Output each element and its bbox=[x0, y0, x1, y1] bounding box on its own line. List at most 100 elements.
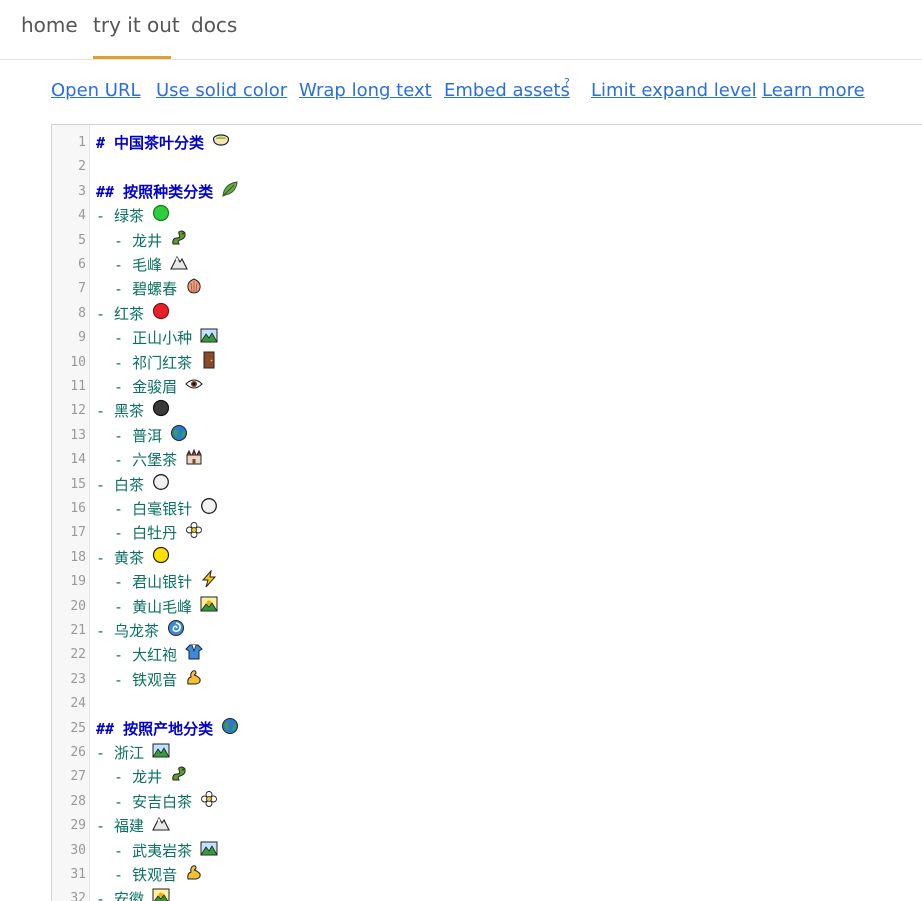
editor-line[interactable]: 31 - 铁观音 bbox=[52, 863, 922, 887]
editor-line[interactable]: 25 ## 按照产地分类 bbox=[52, 717, 922, 741]
embed-assets-link[interactable]: Embed assets bbox=[444, 78, 570, 104]
list-item-text: - 大红袍 bbox=[96, 643, 203, 668]
list-item-text: - 六堡茶 bbox=[96, 448, 203, 473]
muscle-icon bbox=[185, 863, 203, 888]
line-text: - 武夷岩茶 bbox=[96, 841, 193, 860]
editor-line[interactable]: 6 - 毛峰 bbox=[52, 253, 922, 277]
list-item-text: - 铁观音 bbox=[96, 668, 203, 693]
list-item-text: - 龙井 bbox=[96, 765, 188, 790]
line-text: - 君山银针 bbox=[96, 573, 193, 592]
editor-line[interactable]: 3 ## 按照种类分类 bbox=[52, 180, 922, 204]
editor-line[interactable]: 10 - 祁门红茶 bbox=[52, 351, 922, 375]
line-number: 1 bbox=[78, 135, 86, 150]
editor-line[interactable]: 28 - 安吉白茶 bbox=[52, 790, 922, 814]
line-text: - 白毫银针 bbox=[96, 500, 193, 518]
line-text: - 黄山毛峰 bbox=[96, 597, 193, 616]
editor-line[interactable]: 26 - 浙江 bbox=[52, 741, 922, 765]
editor-line[interactable]: 5 - 龙井 bbox=[52, 229, 922, 253]
line-number: 27 bbox=[70, 769, 86, 785]
line-text: - 黄茶 bbox=[96, 548, 145, 567]
list-item-text: - 红茶 bbox=[96, 302, 170, 327]
embed-assets-help[interactable]: ? bbox=[564, 76, 570, 89]
editor-line[interactable]: 32 - 安徽 bbox=[52, 887, 922, 901]
list-item-text: - 毛峰 bbox=[96, 253, 189, 278]
line-number: 11 bbox=[70, 379, 86, 394]
line-text: - 金骏眉 bbox=[96, 378, 178, 396]
line-number: 9 bbox=[78, 330, 86, 346]
editor-line[interactable]: 13 - 普洱 bbox=[52, 424, 922, 448]
line-text: - 红茶 bbox=[96, 304, 145, 323]
line-number: 30 bbox=[70, 842, 86, 858]
leaf-icon bbox=[221, 180, 239, 205]
line-text: - 龙井 bbox=[96, 768, 163, 787]
line-text: - 白牡丹 bbox=[96, 524, 178, 543]
editor-line[interactable]: 7 - 碧螺春 bbox=[52, 277, 922, 301]
editor-line[interactable]: 9 - 正山小种 bbox=[52, 326, 922, 350]
list-item-text: - 武夷岩茶 bbox=[96, 839, 218, 864]
nav-tab-docs[interactable]: docs bbox=[191, 12, 237, 38]
wrap-long-text-link[interactable]: Wrap long text bbox=[299, 78, 432, 104]
list-item-text: - 龙井 bbox=[96, 229, 188, 254]
line-text: - 绿茶 bbox=[96, 207, 145, 226]
editor-line[interactable]: 11 - 金骏眉 bbox=[52, 375, 922, 399]
line-number: 13 bbox=[70, 427, 86, 443]
list-item-text: - 乌龙茶 bbox=[96, 619, 185, 644]
markdown-editor[interactable]: 1 # 中国茶叶分类 2 3 ## 按照种类分类 4- 绿茶 5 - 龙井 6 - 毛峰 7 -… bbox=[51, 124, 922, 901]
line-number: 23 bbox=[70, 671, 86, 687]
line-text: # 中国茶叶分类 bbox=[96, 134, 205, 152]
learn-more-link[interactable]: Learn more bbox=[762, 78, 865, 104]
list-item-text: - 浙江 bbox=[96, 741, 170, 766]
line-number: 2 bbox=[78, 159, 86, 175]
landscape-icon bbox=[200, 326, 218, 351]
editor-line[interactable]: 20 - 黄山毛峰 bbox=[52, 595, 922, 619]
use-solid-color-link[interactable]: Use solid color bbox=[156, 78, 287, 104]
editor-line[interactable]: 30 - 武夷岩茶 bbox=[52, 839, 922, 863]
editor-line[interactable]: 17 - 白牡丹 bbox=[52, 521, 922, 545]
line-text: - 正山小种 bbox=[96, 329, 193, 348]
line-text: - 浙江 bbox=[96, 744, 145, 762]
red-circle-icon bbox=[152, 302, 170, 327]
editor-line[interactable]: 21 - 乌龙茶 bbox=[52, 619, 922, 643]
mountain-icon bbox=[170, 253, 189, 278]
list-item-text: - 黑茶 bbox=[96, 399, 170, 424]
line-text: - 六堡茶 bbox=[96, 451, 178, 470]
line-text: - 大红袍 bbox=[96, 646, 178, 665]
line-number: 19 bbox=[70, 574, 86, 590]
line-text: ## 按照种类分类 bbox=[96, 182, 214, 201]
editor-line[interactable]: 16 - 白毫银针 bbox=[52, 497, 922, 521]
editor-line[interactable]: 8 - 红茶 bbox=[52, 302, 922, 326]
editor-line[interactable]: 2 bbox=[52, 155, 922, 179]
editor-line[interactable]: 27 - 龙井 bbox=[52, 765, 922, 789]
muscle-icon bbox=[185, 668, 203, 693]
open-url-link[interactable]: Open URL bbox=[51, 78, 141, 104]
line-number: 14 bbox=[70, 452, 86, 468]
yellow-circle-icon bbox=[152, 546, 170, 571]
nav-tab-try-it-out[interactable]: try it out bbox=[93, 12, 180, 38]
editor-line[interactable]: 23 - 铁观音 bbox=[52, 668, 922, 692]
line-number: 8 bbox=[78, 305, 86, 321]
line-number: 25 bbox=[70, 720, 86, 736]
editor-line[interactable]: 12 - 黑茶 bbox=[52, 399, 922, 423]
editor-line[interactable]: 22 - 大红袍 bbox=[52, 643, 922, 667]
editor-line[interactable]: 19 - 君山银针 bbox=[52, 569, 922, 594]
nav-tab-home[interactable]: home bbox=[21, 12, 78, 38]
editor-line[interactable]: 18 - 黄茶 bbox=[52, 546, 922, 570]
list-item-text: - 安吉白茶 bbox=[96, 790, 218, 815]
line-number: 29 bbox=[70, 818, 86, 834]
line-number: 5 bbox=[78, 232, 86, 248]
line-text: - 白茶 bbox=[96, 475, 145, 494]
editor-line[interactable]: 14 - 六堡茶 bbox=[52, 448, 922, 472]
editor-line[interactable]: 1 # 中国茶叶分类 bbox=[52, 131, 922, 155]
list-item-text: - 白牡丹 bbox=[96, 521, 203, 546]
line-number: 24 bbox=[70, 696, 86, 712]
line-number: 16 bbox=[70, 501, 86, 516]
editor-line[interactable]: 29 - 福建 bbox=[52, 814, 922, 838]
editor-line[interactable]: 24 bbox=[52, 692, 922, 716]
list-item-text: - 安徽 bbox=[96, 887, 170, 901]
line-number: 17 bbox=[70, 525, 86, 541]
editor-line[interactable]: 4 - 绿茶 bbox=[52, 204, 922, 228]
limit-expand-level-link[interactable]: Limit expand level bbox=[591, 78, 757, 104]
door-icon bbox=[200, 351, 218, 376]
landscape-icon bbox=[152, 741, 170, 766]
editor-line[interactable]: 15 - 白茶 bbox=[52, 473, 922, 497]
